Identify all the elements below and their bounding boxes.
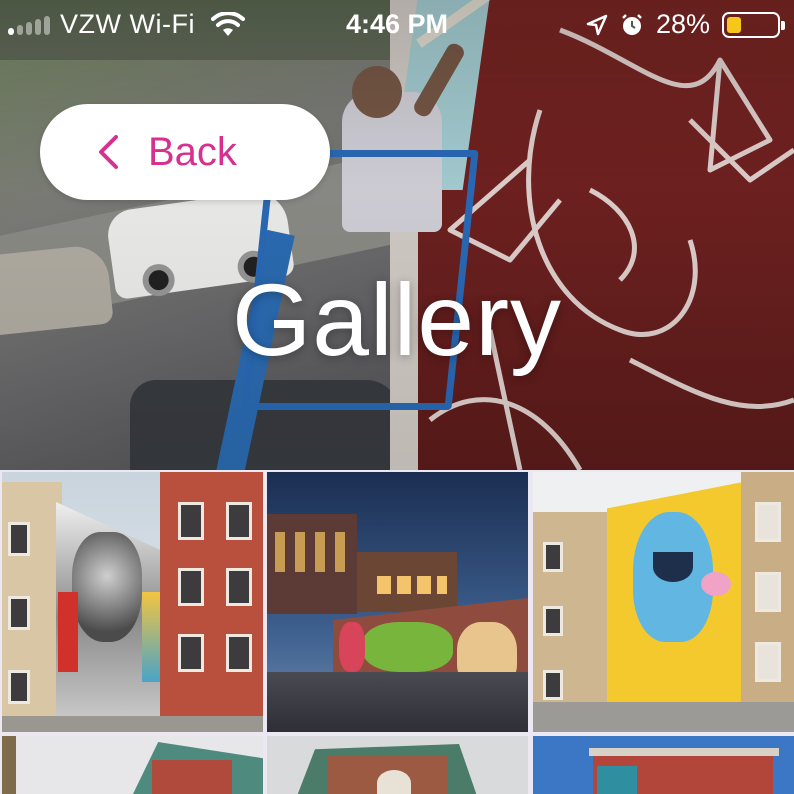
back-button[interactable]: Back [40, 104, 330, 200]
gallery-thumbnail[interactable] [267, 736, 528, 794]
chevron-left-icon [99, 135, 118, 169]
alarm-icon [622, 13, 642, 35]
battery-icon [722, 11, 785, 38]
gallery-thumbnail[interactable] [533, 472, 794, 732]
gallery-thumbnail[interactable] [2, 736, 263, 794]
gallery-thumbnail[interactable] [533, 736, 794, 794]
page-title: Gallery [231, 263, 563, 377]
status-bar: VZW Wi-Fi 4:46 PM 28% [0, 0, 794, 50]
battery-percent: 28% [655, 9, 710, 39]
location-arrow-icon [586, 14, 608, 35]
gallery-thumbnail[interactable] [267, 472, 528, 732]
battery-level [727, 16, 741, 33]
back-button-label: Back [148, 129, 237, 174]
gallery-thumbnail[interactable] [2, 472, 263, 732]
hero-banner [0, 0, 794, 470]
gallery-grid [0, 470, 794, 794]
